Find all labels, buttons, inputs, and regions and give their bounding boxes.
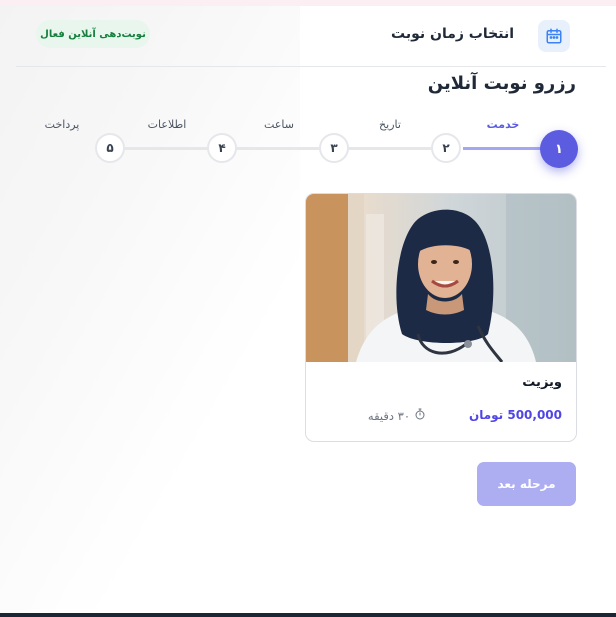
stopwatch-icon (414, 408, 426, 423)
service-card-visit[interactable]: ویزیت 500,000 تومان ۳۰ دقیقه (305, 193, 577, 442)
page-title: رزرو نوبت آنلاین (427, 73, 576, 94)
next-step-button[interactable]: مرحله بعد (477, 462, 576, 506)
doctor-photo (306, 194, 576, 363)
status-badge: نوبت‌دهی آنلاین فعال (36, 20, 150, 48)
calendar-icon (538, 20, 570, 52)
header: انتخاب زمان نوبت نوبت‌دهی آنلاین فعال (16, 18, 616, 66)
step-label-time: ساعت (264, 118, 294, 131)
step-label-service: خدمت (486, 118, 520, 131)
step-label-info: اطلاعات (147, 118, 187, 131)
bottom-bar (0, 613, 616, 617)
step-5[interactable]: ۵ (95, 133, 125, 163)
step-label-date: تاریخ (379, 118, 401, 131)
step-3[interactable]: ۳ (319, 133, 349, 163)
header-title: انتخاب زمان نوبت (391, 26, 514, 42)
step-label-payment: پرداخت (44, 118, 80, 131)
header-divider (16, 66, 606, 67)
service-duration: ۳۰ دقیقه (316, 408, 426, 423)
step-1[interactable]: ۱ (540, 130, 578, 168)
service-price: 500,000 تومان (468, 408, 562, 422)
stepper: خدمت تاریخ ساعت اطلاعات پرداخت ۱ ۲ ۳ ۴ ۵ (40, 116, 585, 176)
step-connector-1 (463, 147, 545, 150)
step-4[interactable]: ۴ (207, 133, 237, 163)
top-accent-line (0, 0, 616, 6)
service-name: ویزیت (522, 375, 562, 390)
step-2[interactable]: ۲ (431, 133, 461, 163)
page-background (0, 0, 300, 617)
duration-text: ۳۰ دقیقه (367, 408, 410, 423)
